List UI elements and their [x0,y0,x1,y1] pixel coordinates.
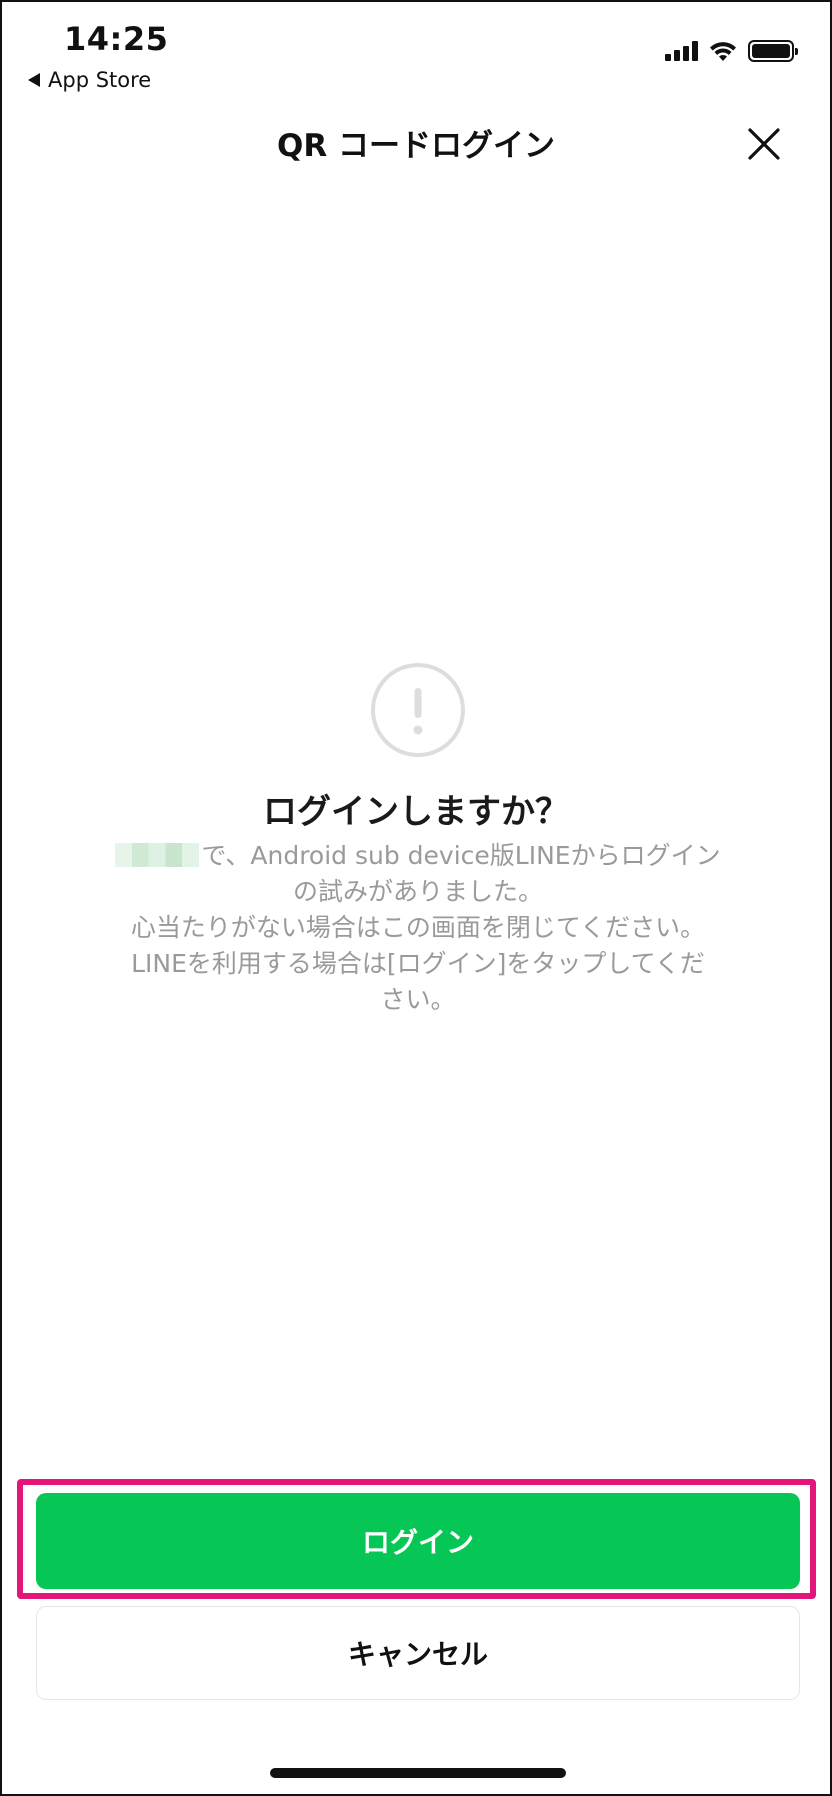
cellular-signal-icon [665,41,698,61]
battery-icon [748,40,798,62]
back-triangle-icon [28,73,40,87]
login-button[interactable]: ログイン [36,1493,800,1589]
dialog-message: で、Android sub device版LINEからログイン の試みがありまし… [98,838,738,1018]
wifi-icon [710,42,736,61]
cancel-button[interactable]: キャンセル [36,1606,800,1700]
phone-screen: 14:25 App Store QR コードログイン ログインしますか？ で、A… [0,0,832,1796]
close-icon[interactable] [744,124,784,164]
message-line-3: 心当たりがない場合はこの画面を閉じてください。 [130,913,706,942]
status-icons [665,40,798,62]
status-time: 14:25 [64,20,169,58]
message-line-1: で、Android sub device版LINEからログイン [98,838,738,874]
page-title: QR コードログイン [276,128,555,164]
dialog-title: ログインしますか？ [263,792,569,832]
blurred-location [115,843,200,867]
back-to-app-link[interactable]: App Store [28,68,151,92]
home-indicator [270,1768,566,1778]
message-line-4: LINEを利用する場合は[ログイン]をタップしてくだ [131,949,705,978]
exclamation-circle-icon [371,663,465,757]
message-line-5: さい。 [380,985,456,1014]
message-line-2: の試みがありました。 [292,877,543,906]
back-app-label: App Store [48,68,152,92]
